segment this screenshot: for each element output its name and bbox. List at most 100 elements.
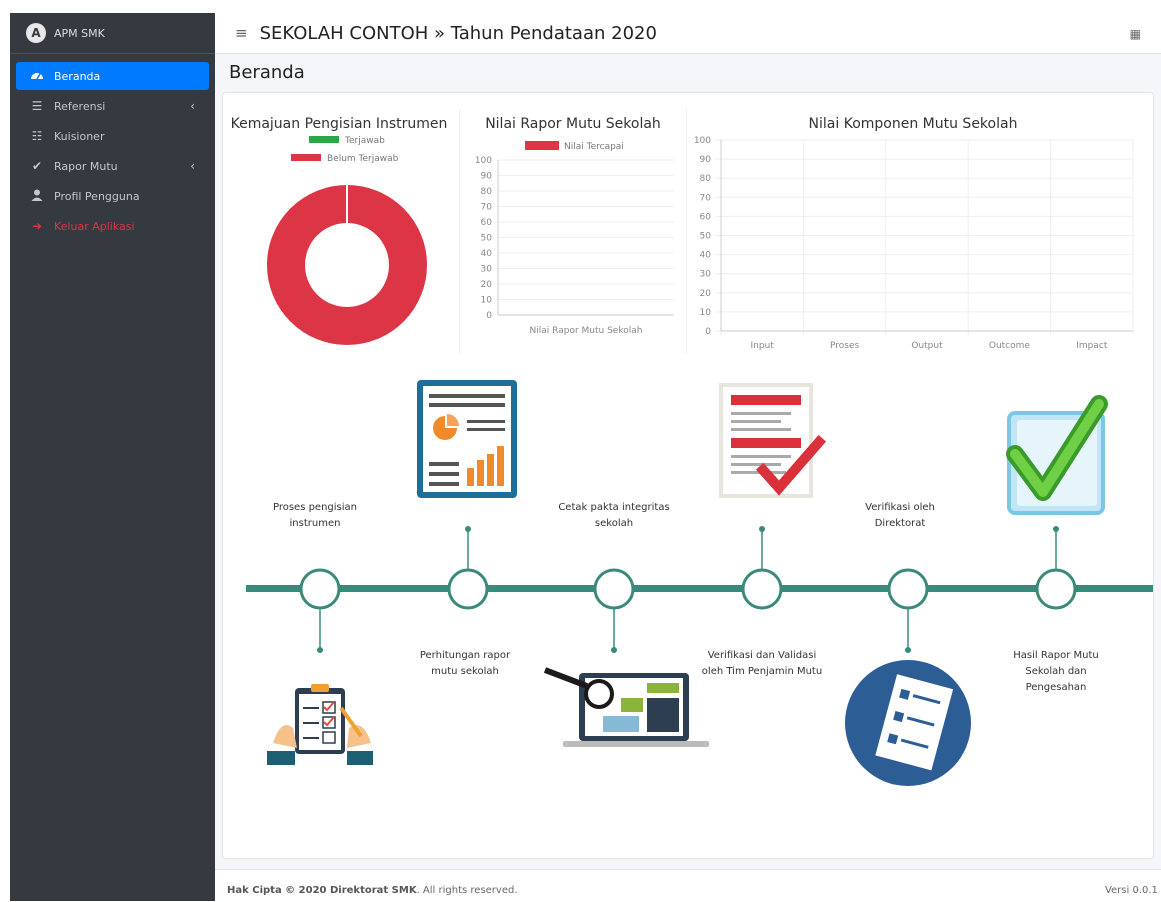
timeline-step-3-node	[593, 568, 635, 653]
y-tick-label: 100	[694, 136, 711, 146]
x-tick-label: Input	[751, 341, 775, 351]
copyright-owner: Hak Cipta © 2020 Direktorat SMK	[227, 885, 417, 896]
komponen-chart-body: 0 10 20 30 40 50 60 70 80 90 100 Input Proses Output O…	[694, 136, 1134, 351]
y-tick-label: 50	[481, 234, 493, 244]
sidebar: A APM SMK Beranda ☰ Referensi ‹ ☷ Kuisio…	[10, 13, 215, 901]
y-tick-label: 80	[700, 174, 712, 184]
y-tick-label: 10	[481, 296, 493, 306]
school-title: SEKOLAH CONTOH » Tahun Pendataan 2020	[259, 22, 657, 44]
rapor-chart-title: Nilai Rapor Mutu Sekolah	[485, 116, 661, 132]
doughnut-slices	[267, 185, 427, 345]
legend-swatch	[525, 141, 559, 150]
legend-label: Belum Terjawab	[327, 154, 399, 164]
laptop-magnifier-icon	[543, 667, 709, 747]
sidebar-item-label: Beranda	[54, 69, 101, 83]
x-tick-label: Proses	[830, 341, 860, 351]
rapor-chart-body: Nilai Tercapai 0 10 20 30 40 50 60 70 80 90 100 Nila…	[475, 141, 674, 336]
doughnut-chart-title: Kemajuan Pengisian Instrumen	[231, 116, 448, 132]
timeline-step-1-label: Proses pengisian instrumen	[272, 502, 358, 529]
y-tick-label: 10	[700, 308, 712, 318]
legend-swatch	[291, 154, 321, 161]
version-label: Versi 0.0.1 (	[1104, 885, 1161, 896]
sidebar-item-rapor-mutu[interactable]: ✔ Rapor Mutu ‹	[16, 152, 209, 180]
list-icon: ☰	[31, 99, 43, 113]
y-tick-label: 40	[481, 249, 493, 259]
check-icon: ✔	[31, 159, 43, 173]
komponen-chart-title: Nilai Komponen Mutu Sekolah	[809, 116, 1018, 132]
document-checkmark-icon	[719, 383, 827, 498]
y-tick-label: 70	[700, 193, 712, 203]
brand-logo-icon: A	[26, 23, 46, 43]
sidebar-item-referensi[interactable]: ☰ Referensi ‹	[16, 92, 209, 120]
y-tick-label: 50	[700, 232, 712, 242]
sidebar-item-keluar-aplikasi[interactable]: ➜ Keluar Aplikasi	[16, 212, 209, 240]
chevron-left-icon: ‹	[190, 159, 195, 173]
checkbox-icon	[1006, 395, 1108, 515]
y-tick-label: 30	[481, 265, 493, 275]
page-title: Beranda	[229, 62, 305, 83]
copyright-rest: . All rights reserved.	[416, 885, 518, 896]
y-tick-label: 60	[700, 212, 712, 222]
timeline-step-1-node	[299, 568, 341, 653]
process-timeline	[246, 380, 1153, 786]
rapor-mutu-bar-chart: Nilai Rapor Mutu Sekolah Nilai Tercapai 0…	[475, 116, 674, 336]
y-tick-label: 60	[481, 218, 493, 228]
x-tick-label: Nilai Rapor Mutu Sekolah	[530, 326, 643, 336]
dashboard-card: Kemajuan Pengisian Instrumen Terjawab Bel…	[223, 93, 1153, 858]
report-chart-icon	[417, 380, 517, 498]
progress-doughnut-chart: Kemajuan Pengisian Instrumen Terjawab Bel…	[231, 116, 448, 345]
brand[interactable]: A APM SMK	[10, 13, 215, 54]
content-wrapper: Beranda Kemajuan Pengisian Instrumen Ter…	[215, 54, 1161, 869]
clipboard-checklist-icon	[267, 684, 373, 765]
timeline-step-3-label: Cetak pakta integritas sekolah	[558, 502, 670, 529]
top-navbar: ≡ SEKOLAH CONTOH » Tahun Pendataan 2020 …	[215, 13, 1161, 54]
y-tick-label: 70	[481, 203, 493, 213]
user-icon	[28, 189, 46, 204]
timeline-step-5-label: Verifikasi oleh Direktorat	[865, 502, 935, 529]
sidebar-item-label: Kuisioner	[54, 129, 105, 143]
sidebar-item-kuisioner[interactable]: ☷ Kuisioner	[16, 122, 209, 150]
timeline-step-5-node	[887, 568, 929, 653]
legend-label: Nilai Tercapai	[564, 142, 624, 152]
timeline-step-4-node	[741, 526, 783, 610]
y-tick-label: 20	[481, 280, 493, 290]
sidebar-item-beranda[interactable]: Beranda	[16, 62, 209, 90]
brand-name: APM SMK	[54, 26, 105, 40]
y-tick-label: 20	[700, 289, 712, 299]
komponen-mutu-bar-chart: Nilai Komponen Mutu Sekolah 0 10 20 30 40 50 6…	[694, 116, 1134, 351]
logout-icon: ➜	[31, 219, 43, 233]
legend-swatch	[309, 136, 339, 143]
timeline-line	[246, 585, 1153, 592]
footer: Hak Cipta © 2020 Direktorat SMK. All rig…	[215, 869, 1161, 902]
y-tick-label: 0	[705, 327, 711, 337]
x-tick-label: Output	[911, 341, 943, 351]
timeline-step-2-node	[447, 526, 489, 610]
grid-icon[interactable]: ▦	[1130, 27, 1141, 41]
sidebar-item-profil-pengguna[interactable]: Profil Pengguna	[16, 182, 209, 210]
y-tick-label: 40	[700, 251, 712, 261]
y-tick-label: 30	[700, 270, 712, 280]
timeline-step-6-label: Hasil Rapor Mutu Sekolah dan Pengesahan	[1013, 650, 1099, 693]
sidebar-item-label: Rapor Mutu	[54, 159, 118, 173]
chevron-left-icon: ‹	[190, 99, 195, 113]
y-tick-label: 90	[700, 155, 712, 165]
y-tick-label: 80	[481, 187, 493, 197]
timeline-step-4-label: Verifikasi dan Validasi oleh Tim Penjami…	[701, 650, 823, 677]
checklist-icon: ☷	[31, 129, 43, 143]
x-tick-label: Outcome	[989, 341, 1031, 351]
timeline-step-2-label: Perhitungan rapor mutu sekolah	[419, 650, 511, 677]
y-tick-label: 100	[475, 156, 492, 166]
timeline-step-6-node	[1035, 526, 1077, 610]
hamburger-menu-icon[interactable]: ≡	[235, 24, 248, 42]
copyright: Hak Cipta © 2020 Direktorat SMK. All rig…	[227, 885, 518, 896]
legend-label: Terjawab	[344, 136, 385, 146]
x-tick-label: Impact	[1076, 341, 1108, 351]
y-tick-label: 90	[481, 172, 493, 182]
dashboard-icon	[28, 69, 46, 84]
sidebar-item-label: Profil Pengguna	[54, 189, 140, 203]
sidebar-item-label: Keluar Aplikasi	[54, 219, 135, 233]
sidebar-item-label: Referensi	[54, 99, 106, 113]
checklist-circle-icon	[845, 660, 971, 786]
doughnut-legend: Terjawab Belum Terjawab	[291, 136, 399, 164]
y-tick-label: 0	[486, 311, 492, 321]
